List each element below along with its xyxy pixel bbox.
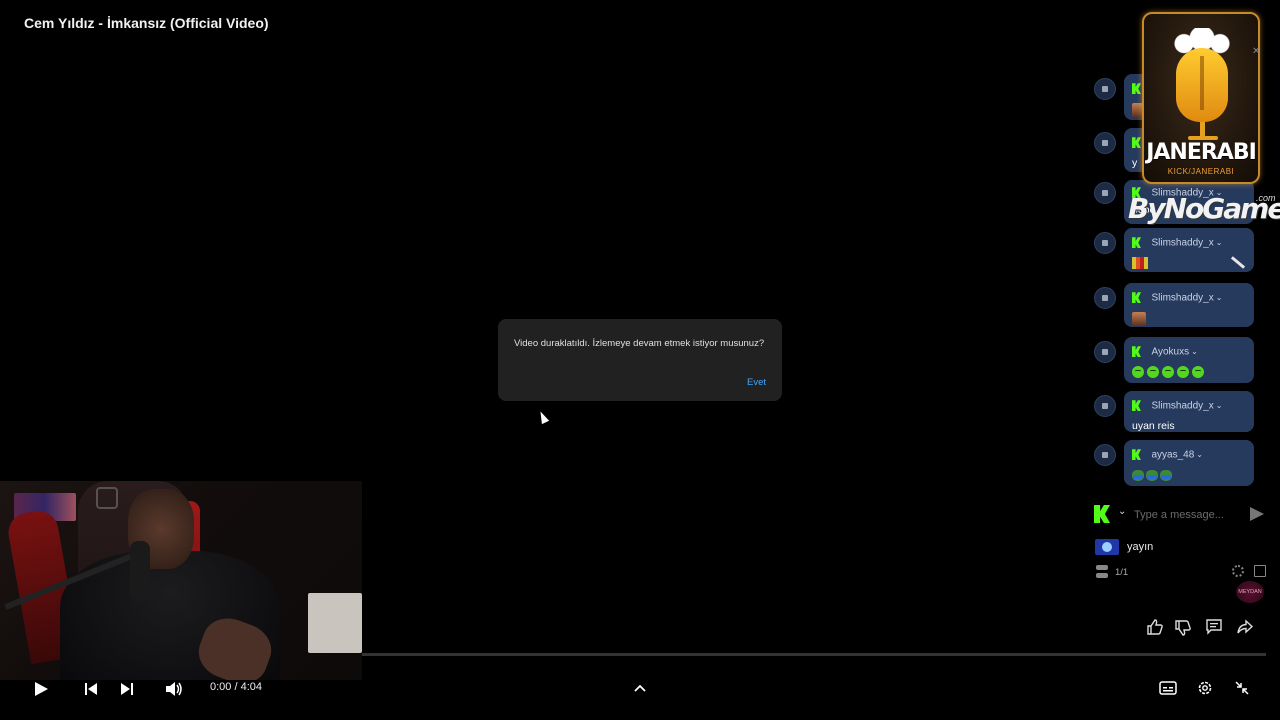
green-emote-icon	[1177, 366, 1189, 379]
time-separator: /	[231, 681, 241, 693]
avatar	[1094, 132, 1116, 154]
skip-previous-icon	[85, 683, 97, 695]
expand-button[interactable]	[632, 680, 648, 696]
chat-bubble: Ayokuxs ⌄	[1124, 337, 1254, 383]
green-emote-icon	[1162, 366, 1174, 379]
bar-emote-icon	[1132, 257, 1148, 270]
logo-subtitle: KICK/JANERABI	[1167, 167, 1235, 176]
frog-emote-icon	[1146, 469, 1158, 481]
chat-text	[1132, 366, 1246, 379]
channel-label[interactable]: yayın	[1127, 541, 1153, 553]
play-button[interactable]	[30, 678, 52, 700]
mini-badge: MEYDAN	[1236, 581, 1264, 603]
collapse-icon	[1235, 681, 1249, 695]
avatar	[1094, 78, 1116, 100]
chat-username[interactable]: Slimshaddy_x	[1151, 400, 1213, 411]
close-icon[interactable]: ✕	[1252, 46, 1260, 57]
chevron-down-icon[interactable]: ⌄	[1118, 506, 1126, 517]
next-button[interactable]	[118, 680, 136, 698]
chat-text	[1132, 257, 1246, 270]
chat-bubble: Slimshaddy_x ⌄	[1124, 228, 1254, 272]
green-emote-icon	[1147, 366, 1159, 379]
exit-chat-icon[interactable]	[1254, 565, 1266, 577]
video-title[interactable]: Cem Yıldız - İmkansız (Official Video)	[24, 15, 269, 31]
msi-logo-icon	[96, 487, 118, 509]
chat-bubble: ayyas_48 ⌄	[1124, 440, 1254, 486]
kick-logo-icon[interactable]	[1094, 505, 1110, 523]
dislike-icon[interactable]	[1174, 619, 1192, 637]
kick-badge-icon	[1132, 83, 1141, 95]
chevron-down-icon: ⌄	[1196, 450, 1203, 460]
channel-badge-icon	[1095, 539, 1119, 555]
microphone-icon	[130, 541, 150, 601]
progress-bar[interactable]	[362, 653, 1266, 656]
chat-username[interactable]: Slimshaddy_x	[1151, 292, 1213, 303]
kick-badge-icon	[1132, 449, 1141, 461]
janerabi-logo: JANERABI KICK/JANERABI	[1142, 12, 1260, 184]
skip-next-icon	[121, 683, 133, 695]
beer-mic-icon	[1176, 48, 1228, 122]
face-emote-icon	[1132, 312, 1146, 326]
chat-text	[1132, 469, 1246, 481]
mouse-cursor-icon	[536, 409, 550, 425]
play-icon	[35, 682, 48, 696]
chat-settings-icon[interactable]	[1232, 565, 1244, 577]
exit-fullscreen-button[interactable]	[1234, 680, 1250, 696]
webcam-overlay	[0, 481, 362, 680]
volume-button[interactable]	[164, 680, 184, 698]
chevron-down-icon: ⌄	[1215, 293, 1223, 303]
chat-text	[1132, 312, 1246, 326]
chevron-up-icon	[634, 684, 646, 692]
share-icon[interactable]	[1236, 618, 1254, 636]
chat-text: uyan reis	[1132, 420, 1175, 432]
chevron-down-icon: ⌄	[1215, 401, 1223, 411]
layers-icon[interactable]	[1096, 565, 1108, 578]
comment-icon[interactable]	[1205, 618, 1223, 636]
previous-button[interactable]	[82, 680, 100, 698]
kick-badge-icon	[1132, 292, 1141, 304]
confirm-button[interactable]: Evet	[747, 377, 766, 388]
avatar	[1094, 341, 1116, 363]
frog-emote-icon	[1132, 469, 1144, 481]
avatar	[1094, 182, 1116, 204]
time-current: 0:00	[210, 681, 232, 693]
logo-name: JANERABI	[1146, 140, 1257, 165]
chat-bubble: Slimshaddy_x ⌄ uyan reis	[1124, 391, 1254, 432]
viewer-count: 1/1	[1115, 567, 1129, 578]
subtitles-button[interactable]	[1158, 680, 1178, 696]
frog-emote-icon	[1160, 469, 1172, 481]
like-icon[interactable]	[1146, 618, 1164, 636]
chat-username[interactable]: ayyas_48	[1151, 449, 1194, 460]
side-table	[308, 593, 362, 653]
chat-username[interactable]: Slimshaddy_x	[1151, 237, 1213, 248]
send-button[interactable]	[1250, 507, 1264, 521]
gear-icon	[1198, 681, 1212, 695]
chat-bubble: Slimshaddy_x ⌄	[1124, 283, 1254, 327]
green-emote-icon	[1192, 366, 1204, 379]
kick-badge-icon	[1132, 237, 1141, 249]
time-total: 4:04	[240, 681, 263, 693]
chat-username[interactable]: Ayokuxs	[1151, 346, 1189, 357]
time-display: 0:00 / 4:04	[210, 681, 262, 693]
avatar	[1094, 287, 1116, 309]
bynogame-watermark-suffix: .com	[1256, 193, 1276, 203]
pause-dialog-message: Video duraklatıldı. İzlemeye devam etmek…	[514, 338, 765, 349]
kick-badge-icon	[1132, 400, 1141, 412]
chevron-down-icon: ⌄	[1215, 238, 1223, 248]
settings-button[interactable]	[1196, 679, 1214, 697]
subtitles-icon	[1159, 681, 1177, 695]
green-emote-icon	[1132, 366, 1144, 379]
avatar	[1094, 232, 1116, 254]
volume-icon	[166, 682, 182, 696]
pause-dialog: Video duraklatıldı. İzlemeye devam etmek…	[498, 319, 782, 401]
chat-message-input[interactable]	[1134, 506, 1246, 524]
chevron-down-icon: ⌄	[1191, 347, 1198, 357]
kick-badge-icon	[1132, 137, 1141, 149]
avatar	[1094, 395, 1116, 417]
kick-badge-icon	[1132, 346, 1141, 358]
avatar	[1094, 444, 1116, 466]
